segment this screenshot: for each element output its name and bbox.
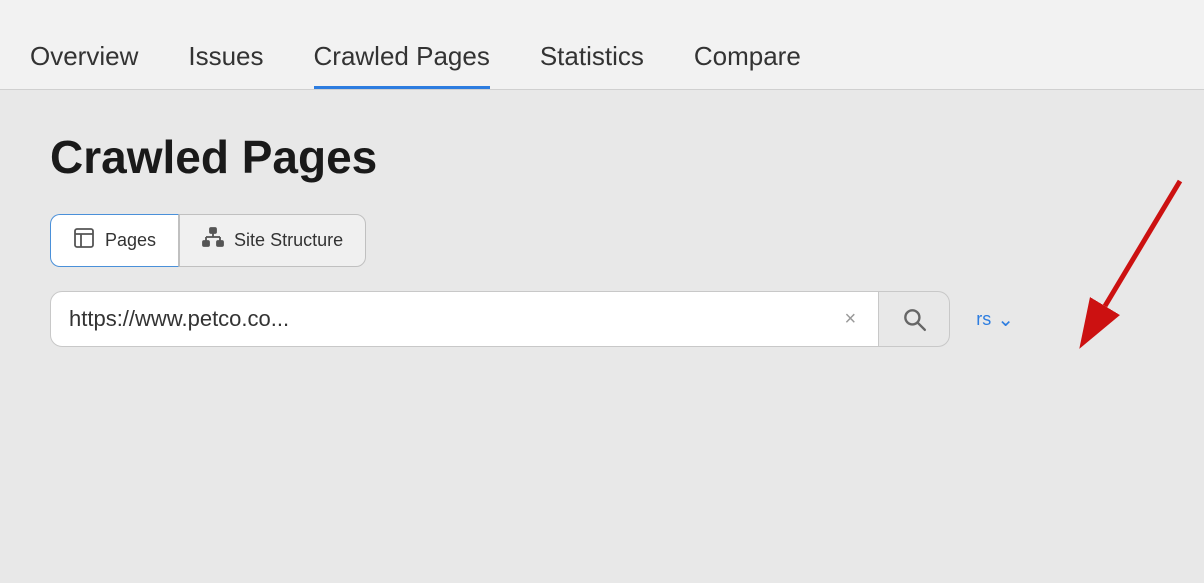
- search-button[interactable]: [879, 291, 950, 347]
- search-input-wrapper: ×: [50, 291, 879, 347]
- filters-label: rs: [976, 309, 991, 330]
- pages-toggle-button[interactable]: Pages: [50, 214, 179, 267]
- tab-crawled-pages[interactable]: Crawled Pages: [314, 41, 490, 89]
- pages-toggle-label: Pages: [105, 230, 156, 251]
- tab-compare[interactable]: Compare: [694, 41, 801, 89]
- search-icon: [901, 306, 927, 332]
- clear-button[interactable]: ×: [841, 308, 861, 331]
- tab-issues[interactable]: Issues: [188, 41, 263, 89]
- chevron-down-icon: ⌄: [997, 307, 1014, 332]
- site-structure-icon: [202, 227, 224, 254]
- site-structure-toggle-label: Site Structure: [234, 230, 343, 251]
- search-input[interactable]: [69, 306, 831, 332]
- top-navigation: Overview Issues Crawled Pages Statistics…: [0, 0, 1204, 90]
- tab-statistics[interactable]: Statistics: [540, 41, 644, 89]
- pages-icon: [73, 227, 95, 254]
- page-title: Crawled Pages: [50, 130, 1164, 184]
- filters-button[interactable]: rs ⌄: [960, 293, 1030, 346]
- clear-icon: ×: [845, 308, 857, 331]
- main-content: Crawled Pages Pages: [0, 90, 1204, 387]
- tab-overview[interactable]: Overview: [30, 41, 138, 89]
- view-toggle-group: Pages Site Structure: [50, 214, 1164, 267]
- site-structure-toggle-button[interactable]: Site Structure: [179, 214, 366, 267]
- search-row: × rs ⌄: [50, 291, 1030, 347]
